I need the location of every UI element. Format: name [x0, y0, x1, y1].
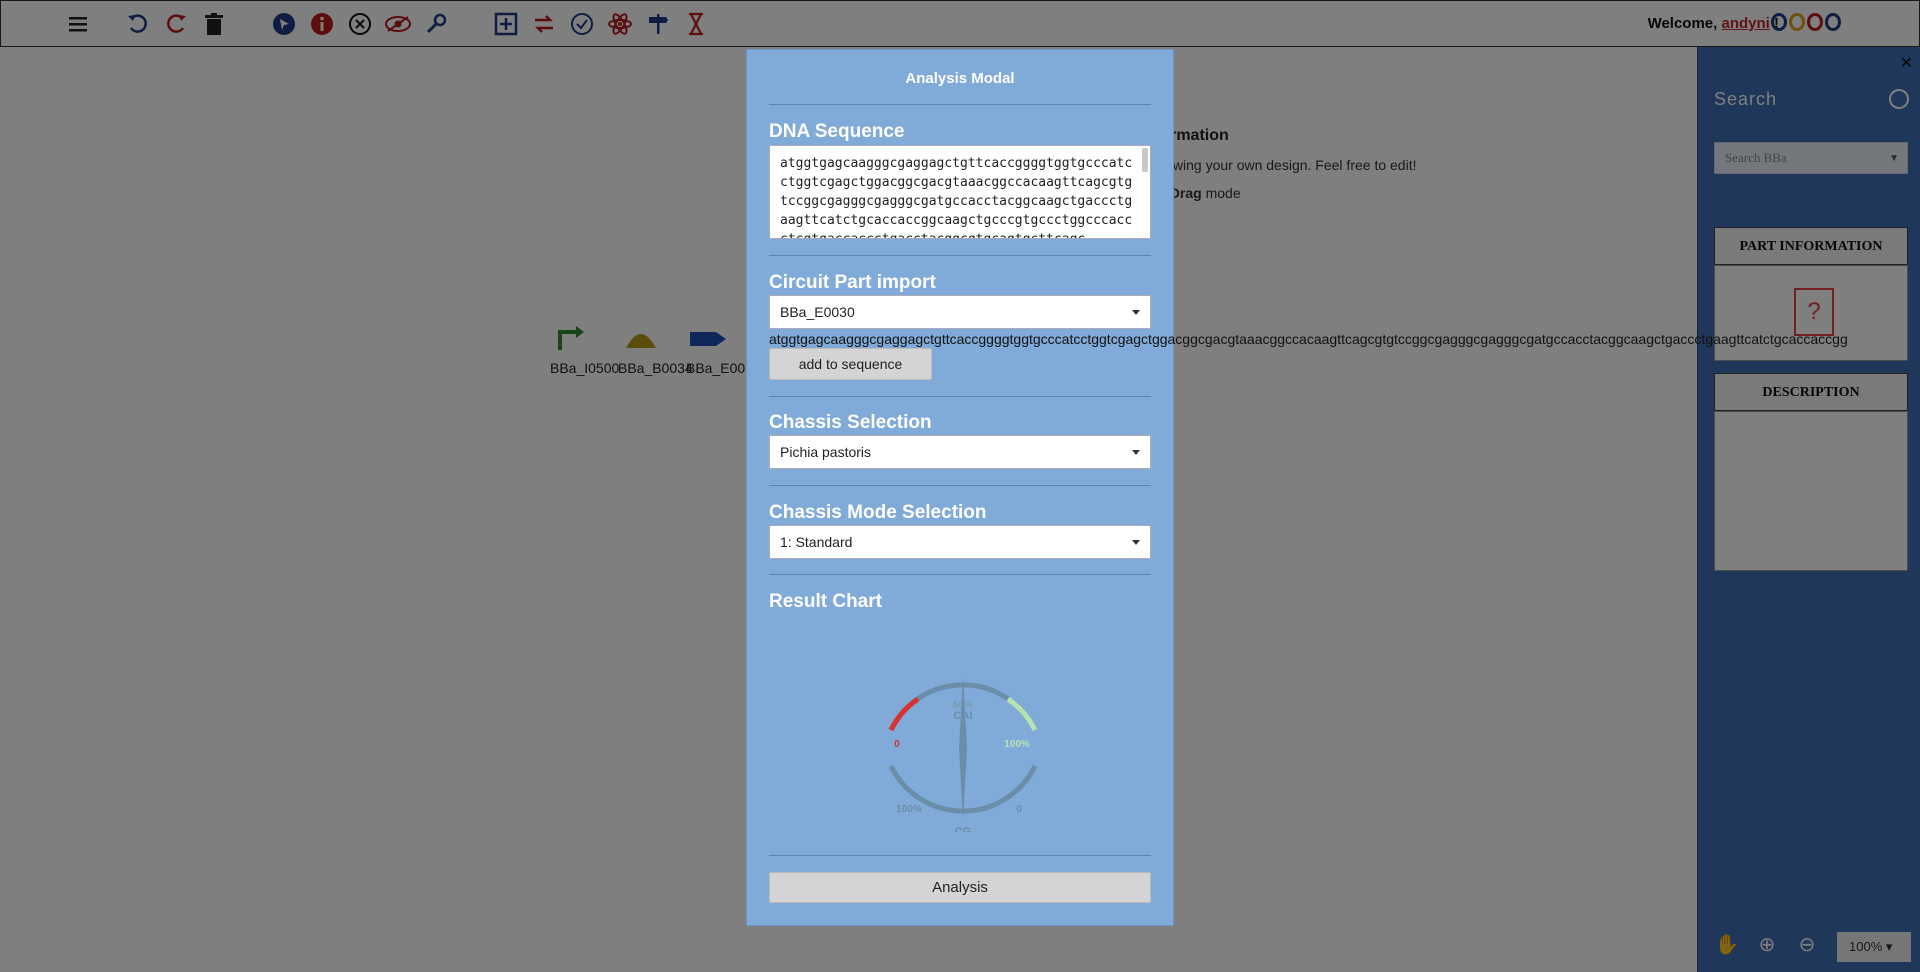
circuit-part-value: BBa_E0030: [780, 304, 855, 320]
chassis-mode-title: Chassis Mode Selection: [769, 502, 987, 523]
divider: [769, 485, 1151, 486]
cai-max-label: 100%: [1004, 739, 1030, 750]
chassis-mode-value: 1: Standard: [780, 534, 853, 550]
caret-down-icon: [1132, 450, 1140, 455]
modal-title: Analysis Modal: [905, 70, 1015, 87]
caret-down-icon: [1132, 540, 1140, 545]
analysis-button[interactable]: Analysis: [769, 872, 1151, 903]
caret-down-icon: [1132, 310, 1140, 315]
dna-sequence-text: atggtgagcaagggcgaggagctgttcaccggggtggtgc…: [780, 156, 1133, 238]
cai-high-zone: [1006, 696, 1038, 732]
add-to-sequence-button[interactable]: add to sequence: [769, 348, 932, 380]
chassis-value: Pichia pastoris: [780, 444, 872, 460]
cg-left-label: 100%: [896, 804, 922, 815]
cai-min-label: 0: [894, 739, 900, 750]
chassis-select[interactable]: Pichia pastoris: [769, 435, 1151, 469]
cai-low-zone: [888, 696, 920, 732]
divider: [769, 255, 1151, 256]
divider: [769, 574, 1151, 575]
divider: [769, 396, 1151, 397]
dna-sequence-textarea[interactable]: atggtgagcaagggcgaggagctgttcaccggggtggtgc…: [769, 145, 1151, 239]
circuit-part-sequence: atggtgagcaagggcgaggagctgttcaccggggtggtgc…: [769, 331, 1848, 347]
dna-sequence-title: DNA Sequence: [769, 121, 905, 142]
scrollbar[interactable]: [1142, 148, 1148, 172]
result-gauge-chart: 50% CAI 0 100% 100% 0 CG: [888, 676, 1038, 832]
circuit-part-select[interactable]: BBa_E0030: [769, 295, 1151, 329]
result-chart-title: Result Chart: [769, 591, 882, 612]
circuit-part-import-title: Circuit Part import: [769, 272, 936, 293]
analysis-modal: Analysis Modal DNA Sequence atggtgagcaag…: [746, 49, 1848, 926]
divider: [769, 104, 1151, 105]
chassis-selection-title: Chassis Selection: [769, 412, 932, 433]
cg-label: CG: [955, 826, 972, 832]
chassis-mode-select[interactable]: 1: Standard: [769, 525, 1151, 559]
cg-right-label: 0: [1016, 804, 1022, 815]
divider: [769, 855, 1151, 856]
